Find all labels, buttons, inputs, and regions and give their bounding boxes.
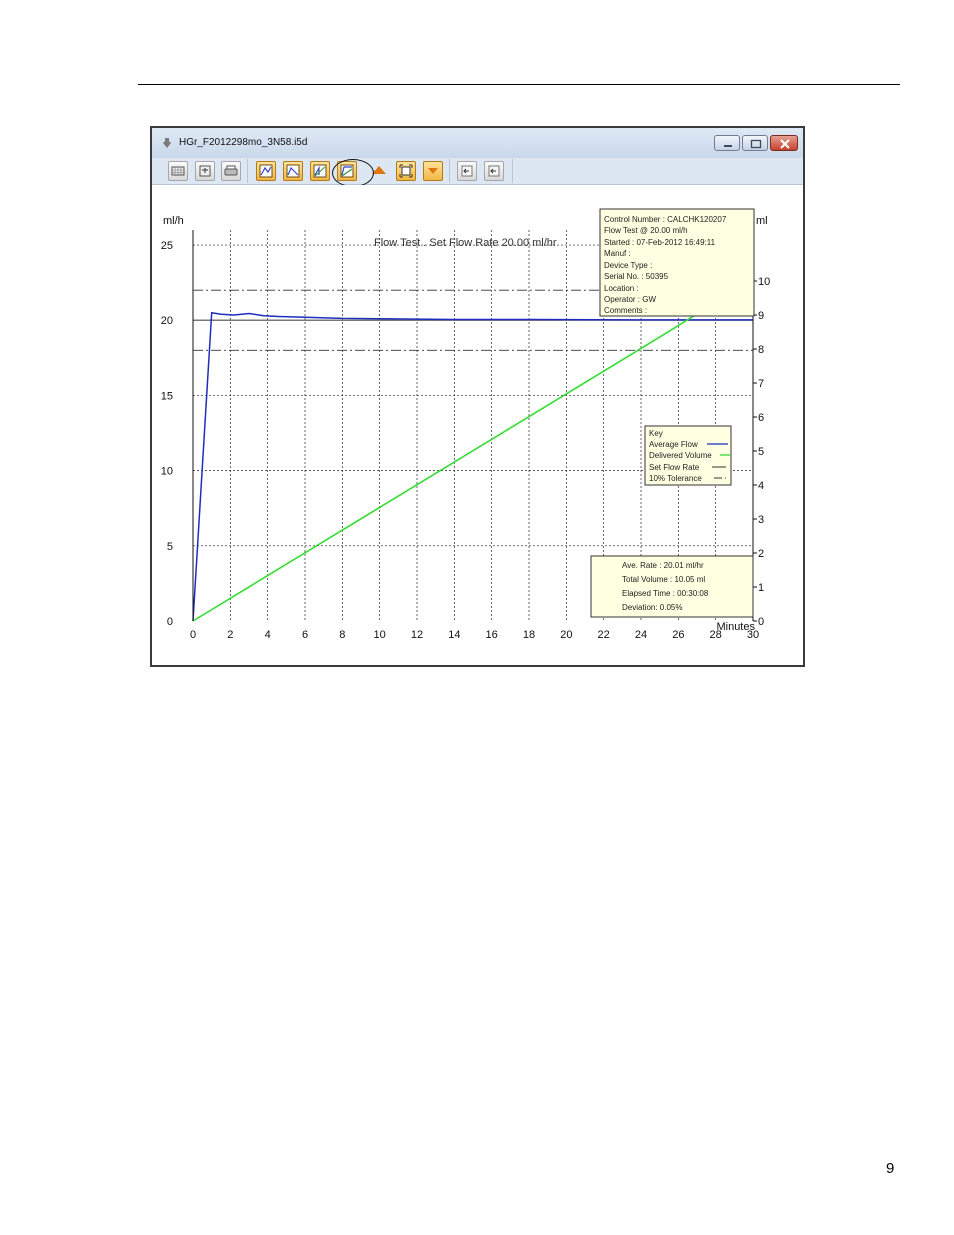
triangle-down-icon xyxy=(428,168,438,174)
key-title: Key xyxy=(649,429,663,438)
y2-tick-label: 8 xyxy=(758,344,764,356)
y2-tick-label: 4 xyxy=(758,480,764,492)
chart-title: Flow Test . Set Flow Rate 20.00 ml/hr xyxy=(374,237,557,249)
key-label-tolerance: 10% Tolerance xyxy=(649,474,702,483)
header-rule xyxy=(138,84,900,85)
info-box: Control Number : CALCHK120207 Flow Test … xyxy=(599,208,755,317)
x-tick-label: 4 xyxy=(265,629,271,641)
y-tick-label: 20 xyxy=(161,315,173,327)
y2-tick-label: 1 xyxy=(758,582,764,594)
y-tick-label: 10 xyxy=(161,466,173,478)
grid-view-button[interactable] xyxy=(168,161,188,181)
x-tick-label: 10 xyxy=(374,629,386,641)
zoom-down-button[interactable] xyxy=(423,161,443,181)
x-tick-label: 14 xyxy=(448,629,460,641)
arrow-left-icon xyxy=(461,165,473,177)
export-button[interactable] xyxy=(195,161,215,181)
x-axis-label: Minutes xyxy=(716,621,755,633)
summary-line: Deviation: 0.05% xyxy=(622,603,682,612)
print-button[interactable] xyxy=(221,161,241,181)
x-tick-label: 12 xyxy=(411,629,423,641)
x-tick-label: 24 xyxy=(635,629,647,641)
info-line: Device Type : xyxy=(604,261,652,270)
maximize-icon xyxy=(750,139,762,149)
y-tick-label: 5 xyxy=(167,541,173,553)
x-tick-label: 2 xyxy=(227,629,233,641)
key-label-set-flow-rate: Set Flow Rate xyxy=(649,463,700,472)
chart-icon xyxy=(259,164,273,178)
info-line: Started : 07-Feb-2012 16:49:11 xyxy=(604,238,716,247)
info-line: Location : xyxy=(604,284,639,293)
y2-tick-label: 2 xyxy=(758,548,764,560)
y2-tick-label: 6 xyxy=(758,412,764,424)
key-label-delivered-volume: Delivered Volume xyxy=(649,451,712,460)
x-tick-label: 0 xyxy=(190,629,196,641)
grid-icon xyxy=(171,166,185,176)
chart-volume-button[interactable] xyxy=(310,161,330,181)
chart-icon xyxy=(286,164,300,178)
chart-area: 0 2 4 6 8 10 12 14 16 18 20 22 24 26 28 30 0 5 10 15 20 25 0 1 2… xyxy=(152,185,803,665)
minimize-button[interactable] xyxy=(714,135,740,151)
y-axis-label: ml/h xyxy=(163,215,184,227)
toolbar-separator xyxy=(512,159,513,183)
maximize-button[interactable] xyxy=(742,135,768,151)
title-bar[interactable]: HGr_F2012298mo_3N58.i5d xyxy=(152,128,803,158)
x-tick-label: 20 xyxy=(560,629,572,641)
close-icon xyxy=(780,139,790,149)
close-button[interactable] xyxy=(770,135,798,151)
chart-flow-button[interactable] xyxy=(256,161,276,181)
zoom-fit-button[interactable] xyxy=(396,161,416,181)
info-line: Flow Test @ 20.00 ml/h xyxy=(604,226,688,235)
arrow-left-icon xyxy=(488,165,500,177)
page-number: 9 xyxy=(886,1160,895,1177)
key-label-average-flow: Average Flow xyxy=(649,440,698,449)
x-tick-label: 6 xyxy=(302,629,308,641)
info-line: Control Number : CALCHK120207 xyxy=(604,215,727,224)
summary-box: Ave. Rate : 20.01 ml/hr Total Volume : 1… xyxy=(590,555,754,618)
flow-chart: 0 2 4 6 8 10 12 14 16 18 20 22 24 26 28 300510152025012… xyxy=(161,208,770,641)
y2-tick-label: 5 xyxy=(758,446,764,458)
y2-tick-label: 10 xyxy=(758,276,770,288)
y-tick-label: 25 xyxy=(161,240,173,252)
x-tick-label: 22 xyxy=(598,629,610,641)
highlight-annotation xyxy=(332,159,374,187)
printer-icon xyxy=(224,165,238,176)
toolbar-separator xyxy=(449,159,450,183)
y2-tick-label: 9 xyxy=(758,310,764,322)
app-window: HGr_F2012298mo_3N58.i5d 0 2 4 6 8 10 12 … xyxy=(150,126,805,667)
summary-line: Elapsed Time : 00:30:08 xyxy=(622,589,709,598)
y-tick-label: 15 xyxy=(161,390,173,402)
chart-icon xyxy=(313,164,327,178)
key-box: Key Average Flow Delivered Volume Set Fl… xyxy=(644,425,732,486)
x-tick-label: 18 xyxy=(523,629,535,641)
chart-trumpet-button[interactable] xyxy=(283,161,303,181)
app-icon xyxy=(162,136,172,148)
info-line: Comments : xyxy=(604,306,647,315)
next-button[interactable] xyxy=(484,161,504,181)
window-title: HGr_F2012298mo_3N58.i5d xyxy=(179,137,308,148)
y2-axis-label: ml xyxy=(756,215,768,227)
y-tick-label: 0 xyxy=(167,616,173,628)
info-line: Operator : GW xyxy=(604,295,656,304)
toolbar-separator xyxy=(247,159,248,183)
x-tick-label: 8 xyxy=(339,629,345,641)
previous-button[interactable] xyxy=(457,161,477,181)
export-icon xyxy=(199,165,211,177)
toolbar xyxy=(152,158,803,185)
fit-icon xyxy=(399,164,413,178)
minimize-icon xyxy=(724,145,732,147)
y2-tick-label: 3 xyxy=(758,514,764,526)
info-line: Manuf : xyxy=(604,249,631,258)
x-tick-label: 26 xyxy=(672,629,684,641)
info-line: Serial No. : 50395 xyxy=(604,272,669,281)
summary-line: Total Volume : 10.05 ml xyxy=(622,575,705,584)
x-tick-label: 16 xyxy=(486,629,498,641)
y2-tick-label: 0 xyxy=(758,616,764,628)
summary-line: Ave. Rate : 20.01 ml/hr xyxy=(622,561,704,570)
y2-tick-label: 7 xyxy=(758,378,764,390)
